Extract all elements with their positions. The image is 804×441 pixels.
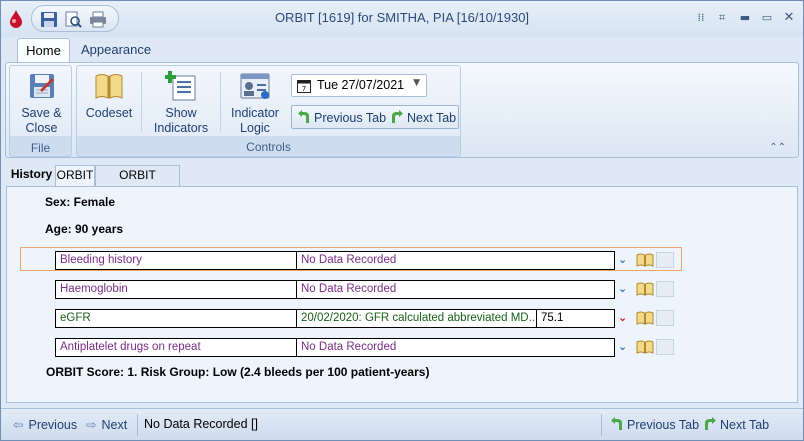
- save-close-icon: [29, 74, 54, 98]
- row-actions: ⌄: [618, 280, 676, 299]
- show-indicators-icon: [165, 71, 196, 101]
- tab-appearance[interactable]: Appearance: [81, 42, 151, 57]
- codeset-book-icon[interactable]: [636, 311, 654, 325]
- show-indicators-label-2: Indicators: [153, 121, 209, 135]
- previous-tab-label: Previous Tab: [314, 111, 387, 125]
- indicator-name: Bleeding history: [60, 254, 142, 266]
- previous-tab-button[interactable]: Previous Tab: [297, 110, 386, 125]
- indicator-value: No Data Recorded: [296, 281, 614, 298]
- indicator-name: eGFR: [60, 312, 91, 324]
- indicator-logic-label-2: Logic: [240, 121, 270, 135]
- separator: [601, 414, 602, 436]
- status-next-button[interactable]: ⇨ Next: [86, 417, 127, 432]
- previous-tab-icon: [298, 110, 309, 123]
- chevron-down-icon[interactable]: ⌄: [618, 253, 627, 266]
- status-previous-label: Previous: [28, 418, 78, 432]
- right-arrow-icon: ⇨: [86, 418, 97, 432]
- next-tab-icon: [705, 417, 716, 430]
- indicator-row[interactable]: Antiplatelet drugs on repeat No Data Rec…: [55, 338, 615, 357]
- indicator-logic-icon: [240, 73, 270, 99]
- book-icon: [95, 74, 123, 99]
- orbit-score: ORBIT Score: 1. Risk Group: Low (2.4 ble…: [46, 365, 430, 379]
- patient-sex: Sex: Female: [45, 195, 116, 209]
- chevron-down-icon[interactable]: ▼: [413, 78, 420, 88]
- undo-icon[interactable]: [656, 310, 674, 326]
- indicator-result: 75.1: [536, 310, 614, 327]
- undo-icon[interactable]: [656, 339, 674, 355]
- calendar-icon: 7: [297, 80, 311, 93]
- save-close-button[interactable]: Save & Close: [14, 70, 69, 136]
- svg-text:7: 7: [302, 85, 306, 93]
- codeset-book-icon[interactable]: [636, 253, 654, 267]
- show-indicators-label-1: Show: [165, 106, 197, 120]
- next-tab-button[interactable]: Next Tab: [390, 110, 456, 125]
- pin-icon[interactable]: ⁞⁞: [694, 11, 708, 25]
- tab-navigation: Previous Tab Next Tab: [291, 105, 459, 129]
- save-close-label-1: Save &: [21, 106, 62, 120]
- date-value: Tue 27/07/2021: [317, 78, 405, 92]
- indicator-value: 20/02/2020: GFR calculated abbreviated M…: [296, 310, 536, 327]
- status-previous-tab-button[interactable]: Previous Tab: [610, 417, 699, 432]
- indicator-name: Haemoglobin: [60, 283, 128, 295]
- next-tab-icon: [392, 110, 403, 123]
- indicator-name: Antiplatelet drugs on repeat: [60, 341, 201, 353]
- status-message: No Data Recorded []: [144, 417, 258, 431]
- restore-small-icon[interactable]: ⌗: [715, 11, 729, 25]
- codeset-book-icon[interactable]: [636, 282, 654, 296]
- indicator-logic-button[interactable]: Indicator Logic: [225, 70, 285, 136]
- row-actions: ⌄: [618, 338, 676, 357]
- tab-orbit-evidence[interactable]: ORBIT Evidence: [95, 165, 180, 201]
- separator: [141, 72, 142, 132]
- date-picker[interactable]: 7 Tue 27/07/2021 ▼: [291, 74, 427, 97]
- orbit-window: ORBIT [1619] for SMITHA, PIA [16/10/1930…: [0, 0, 804, 441]
- minimize-icon[interactable]: ▬: [738, 11, 752, 25]
- undo-icon[interactable]: [656, 252, 674, 268]
- chevron-down-icon[interactable]: ⌄: [618, 340, 627, 353]
- indicator-row[interactable]: Haemoglobin No Data Recorded: [55, 280, 615, 299]
- chevron-down-icon[interactable]: ⌄: [618, 282, 627, 295]
- show-indicators-button[interactable]: Show Indicators: [147, 70, 215, 136]
- status-next-tab-label: Next Tab: [720, 418, 770, 432]
- controls-group-label: Controls: [246, 140, 291, 154]
- indicator-value: No Data Recorded: [296, 339, 614, 356]
- indicator-row[interactable]: Bleeding history No Data Recorded: [55, 251, 615, 270]
- status-previous-button[interactable]: ⇦ Previous: [13, 417, 77, 432]
- separator: [137, 414, 138, 436]
- separator: [220, 72, 221, 132]
- row-actions: ⌄: [618, 309, 676, 328]
- tab-home[interactable]: Home: [17, 38, 70, 63]
- status-previous-tab-label: Previous Tab: [627, 418, 700, 432]
- tab-orbit[interactable]: ORBIT: [55, 165, 95, 186]
- codeset-label: Codeset: [85, 106, 133, 120]
- title-bar: ORBIT [1619] for SMITHA, PIA [16/10/1930…: [1, 1, 803, 37]
- indicator-logic-label-1: Indicator: [231, 106, 279, 120]
- previous-tab-icon: [611, 417, 622, 430]
- file-group-label: File: [30, 141, 51, 155]
- save-close-label-2: Close: [25, 121, 58, 135]
- undo-icon[interactable]: [656, 281, 674, 297]
- row-actions: ⌄: [618, 251, 676, 270]
- collapse-ribbon-icon[interactable]: ⌃⌃: [769, 142, 786, 153]
- codeset-button[interactable]: Codeset: [83, 70, 135, 121]
- tab-history[interactable]: History: [9, 165, 54, 186]
- file-group: Save & Close File: [9, 65, 72, 157]
- alert-chevron-down-icon[interactable]: ⌄: [618, 311, 627, 324]
- close-icon[interactable]: ✕: [782, 11, 796, 25]
- maximize-icon[interactable]: ▭: [760, 11, 774, 25]
- status-next-label: Next: [101, 418, 128, 432]
- codeset-book-icon[interactable]: [636, 340, 654, 354]
- window-title: ORBIT [1619] for SMITHA, PIA [16/10/1930…: [274, 10, 530, 25]
- status-bar: ⇦ Previous ⇨ Next No Data Recorded [] Prev…: [1, 408, 803, 440]
- indicator-value: No Data Recorded: [296, 252, 614, 269]
- left-arrow-icon: ⇦: [13, 418, 24, 432]
- status-next-tab-button[interactable]: Next Tab: [703, 417, 769, 432]
- ribbon: Save & Close File Codeset Show Indicator…: [5, 62, 799, 158]
- patient-age: Age: 90 years: [45, 222, 124, 236]
- indicator-row[interactable]: eGFR 20/02/2020: GFR calculated abbrevia…: [55, 309, 615, 328]
- next-tab-label: Next Tab: [407, 111, 457, 125]
